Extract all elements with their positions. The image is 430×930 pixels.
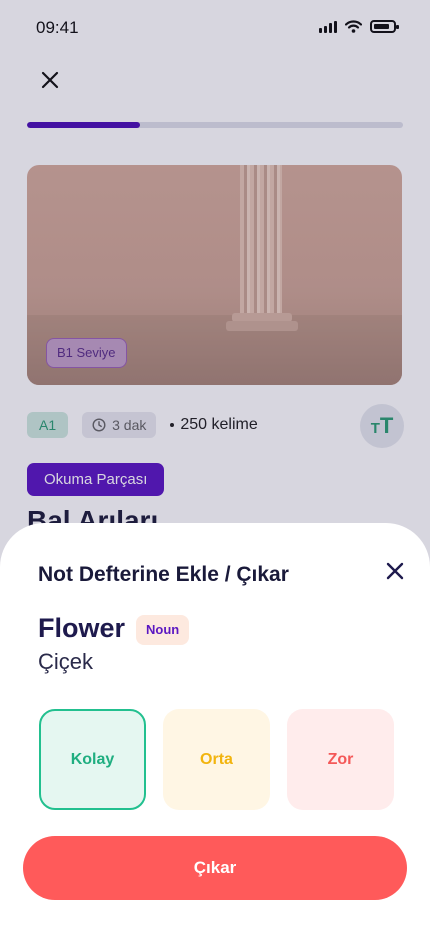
difficulty-easy-label: Kolay [70, 750, 115, 768]
close-icon[interactable] [384, 560, 406, 582]
difficulty-medium-button[interactable]: Orta [163, 709, 270, 810]
word-translation: Çiçek [38, 649, 94, 674]
remove-button[interactable]: Çıkar [23, 836, 407, 900]
difficulty-easy-button[interactable]: Kolay [39, 709, 146, 810]
notebook-sheet: Not Defterine Ekle / Çıkar Flower Noun Ç… [0, 523, 430, 930]
difficulty-hard-label: Zor [327, 750, 354, 768]
remove-button-label: Çıkar [193, 858, 237, 877]
difficulty-medium-label: Orta [200, 750, 233, 768]
sheet-title: Not Defterine Ekle / Çıkar [38, 563, 289, 586]
part-of-speech-badge: Noun [136, 615, 190, 645]
difficulty-hard-button[interactable]: Zor [287, 709, 394, 810]
word-title: Flower [38, 613, 126, 643]
